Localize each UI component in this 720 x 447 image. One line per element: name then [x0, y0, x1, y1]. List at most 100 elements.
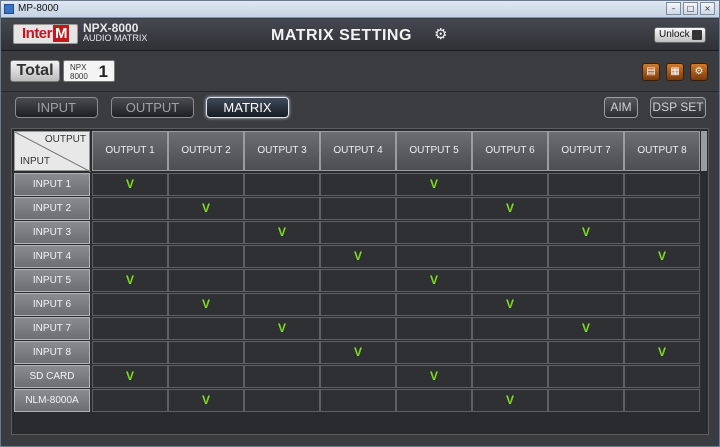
matrix-cell[interactable] — [244, 245, 320, 268]
matrix-cell[interactable]: V — [548, 221, 624, 244]
matrix-cell[interactable]: V — [244, 221, 320, 244]
matrix-scrollbar[interactable] — [701, 131, 707, 171]
minimize-button[interactable]: – — [666, 2, 681, 15]
matrix-cell[interactable] — [320, 173, 396, 196]
matrix-cell[interactable] — [624, 269, 700, 292]
matrix-cell[interactable] — [396, 389, 472, 412]
matrix-cell[interactable]: V — [472, 389, 548, 412]
matrix-cell[interactable] — [396, 293, 472, 316]
matrix-cell[interactable] — [244, 173, 320, 196]
matrix-cell[interactable] — [548, 365, 624, 388]
matrix-cell[interactable] — [244, 269, 320, 292]
matrix-cell[interactable] — [320, 269, 396, 292]
matrix-cell[interactable]: V — [320, 341, 396, 364]
matrix-cell[interactable]: V — [472, 293, 548, 316]
matrix-cell[interactable] — [396, 197, 472, 220]
matrix-cell[interactable]: V — [244, 317, 320, 340]
maximize-button[interactable]: □ — [683, 2, 698, 15]
matrix-cell[interactable] — [92, 197, 168, 220]
matrix-cell[interactable] — [320, 389, 396, 412]
device-selector[interactable]: NPX 8000 1 — [63, 60, 115, 82]
matrix-cell[interactable] — [548, 245, 624, 268]
total-tab[interactable]: Total — [10, 60, 60, 82]
matrix-cell[interactable] — [320, 317, 396, 340]
tab-matrix[interactable]: MATRIX — [206, 97, 289, 118]
unlock-button[interactable]: Unlock — [654, 27, 706, 43]
matrix-cell[interactable] — [548, 269, 624, 292]
matrix-cell[interactable] — [92, 341, 168, 364]
tab-input[interactable]: INPUT — [15, 97, 98, 118]
brand-logo: Inter M — [13, 24, 78, 44]
matrix-cell[interactable] — [548, 173, 624, 196]
matrix-cell[interactable]: V — [168, 293, 244, 316]
matrix-cell[interactable] — [244, 365, 320, 388]
aim-button[interactable]: AIM — [604, 97, 638, 118]
matrix-cell[interactable] — [244, 341, 320, 364]
close-button[interactable]: × — [700, 2, 715, 15]
matrix-cell[interactable] — [624, 317, 700, 340]
matrix-cell[interactable] — [624, 365, 700, 388]
matrix-cell[interactable] — [320, 293, 396, 316]
matrix-cell[interactable] — [472, 221, 548, 244]
matrix-cell[interactable] — [320, 221, 396, 244]
matrix-cell[interactable] — [624, 197, 700, 220]
calculator-icon[interactable]: ▦ — [666, 63, 684, 81]
matrix-cell[interactable] — [548, 197, 624, 220]
matrix-cell[interactable] — [624, 293, 700, 316]
tab-output[interactable]: OUTPUT — [111, 97, 194, 118]
matrix-cell[interactable] — [244, 389, 320, 412]
matrix-cell[interactable]: V — [320, 245, 396, 268]
matrix-cell[interactable] — [548, 293, 624, 316]
matrix-cell[interactable]: V — [92, 173, 168, 196]
settings-icon[interactable]: ⚙ — [690, 63, 708, 81]
matrix-cell[interactable] — [168, 245, 244, 268]
lock-icon — [692, 30, 702, 40]
matrix-cell[interactable] — [168, 269, 244, 292]
matrix-cell[interactable] — [472, 269, 548, 292]
output-header: OUTPUT 8 — [624, 131, 700, 171]
matrix-cell[interactable] — [92, 389, 168, 412]
matrix-cell[interactable] — [472, 341, 548, 364]
matrix-cell[interactable]: V — [472, 197, 548, 220]
matrix-cell[interactable] — [396, 221, 472, 244]
matrix-cell[interactable] — [92, 221, 168, 244]
matrix-cell[interactable]: V — [396, 173, 472, 196]
matrix-cell[interactable] — [168, 317, 244, 340]
matrix-cell[interactable] — [624, 389, 700, 412]
matrix-cell[interactable] — [472, 365, 548, 388]
matrix-cell[interactable]: V — [624, 341, 700, 364]
matrix-cell[interactable] — [168, 221, 244, 244]
matrix-cell[interactable] — [548, 341, 624, 364]
matrix-cell[interactable] — [244, 197, 320, 220]
matrix-cell[interactable] — [244, 293, 320, 316]
matrix-cell[interactable]: V — [168, 197, 244, 220]
matrix-cell[interactable] — [624, 221, 700, 244]
matrix-cell[interactable] — [472, 317, 548, 340]
matrix-cell[interactable]: V — [624, 245, 700, 268]
matrix-cell[interactable] — [472, 245, 548, 268]
matrix-cell[interactable]: V — [548, 317, 624, 340]
matrix-cell[interactable] — [396, 341, 472, 364]
matrix-cell[interactable] — [396, 317, 472, 340]
matrix-cell[interactable] — [92, 317, 168, 340]
matrix-cell[interactable]: V — [396, 269, 472, 292]
matrix-cell[interactable] — [168, 365, 244, 388]
matrix-cell[interactable]: V — [92, 365, 168, 388]
matrix-cell[interactable] — [168, 341, 244, 364]
app-window: MP-8000 – □ × Inter M NPX-8000 AUDIO MATR… — [0, 0, 720, 447]
matrix-cell[interactable] — [396, 245, 472, 268]
matrix-cell[interactable] — [624, 173, 700, 196]
matrix-cell[interactable] — [320, 197, 396, 220]
matrix-cell[interactable] — [92, 245, 168, 268]
matrix-cell[interactable]: V — [168, 389, 244, 412]
matrix-cell[interactable]: V — [396, 365, 472, 388]
matrix-cell[interactable] — [548, 389, 624, 412]
matrix-cell[interactable] — [92, 293, 168, 316]
matrix-cell[interactable] — [168, 173, 244, 196]
save-icon[interactable]: ▤ — [642, 63, 660, 81]
matrix-cell[interactable] — [320, 365, 396, 388]
dsp-set-button[interactable]: DSP SET — [650, 97, 706, 118]
matrix-cell[interactable]: V — [92, 269, 168, 292]
matrix-cell[interactable] — [472, 173, 548, 196]
window-controls: – □ × — [666, 2, 715, 15]
